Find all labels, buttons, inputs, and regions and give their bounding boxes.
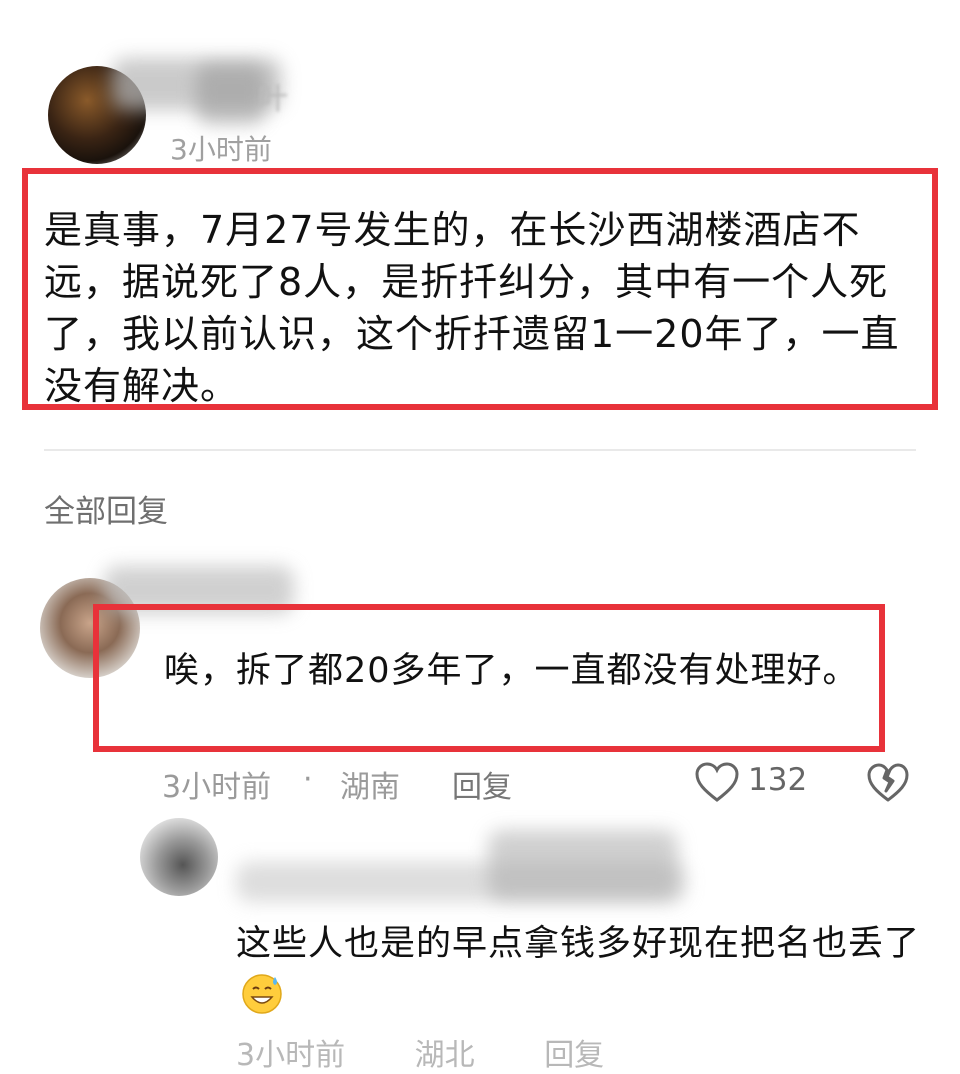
blurred-username-part: [196, 64, 266, 124]
reply-text: 唉，拆了都20多年了，一直都没有处理好。: [164, 651, 859, 691]
reply-timestamp: 3小时前: [162, 770, 272, 805]
subreply-reply-button[interactable]: 回复: [544, 1038, 604, 1073]
reply-button[interactable]: 回复: [452, 762, 512, 806]
divider: [44, 449, 916, 451]
subreply-meta: 3小时前 湖北 回复: [236, 1030, 604, 1074]
like-count: 132: [748, 762, 808, 798]
subreply-timestamp: 3小时前: [236, 1038, 346, 1073]
subreply-text-content: 这些人也是的早点拿钱多好现在把名也丢了: [236, 924, 921, 964]
heart-icon[interactable]: [694, 760, 740, 804]
comment-text: 是真事，7月27号发生的，在长沙西湖楼酒店不远，据说死了8人，是折扦纠分，其中有…: [44, 208, 900, 408]
subreply-text: 这些人也是的早点拿钱多好现在把名也丢了: [236, 918, 926, 1022]
username[interactable]: 叶: [258, 74, 288, 118]
blurred-subreply-extra: [488, 830, 678, 900]
subreply-avatar[interactable]: [140, 818, 218, 896]
reply-location: 湖南: [340, 770, 400, 805]
broken-heart-icon[interactable]: [866, 762, 910, 804]
comment-timestamp: 3小时前: [170, 133, 272, 166]
all-replies-header: 全部回复: [44, 494, 168, 530]
subreply-location: 湖北: [414, 1038, 475, 1073]
grinning-sweat-emoji: [242, 974, 282, 1014]
meta-separator: ·: [303, 762, 313, 797]
